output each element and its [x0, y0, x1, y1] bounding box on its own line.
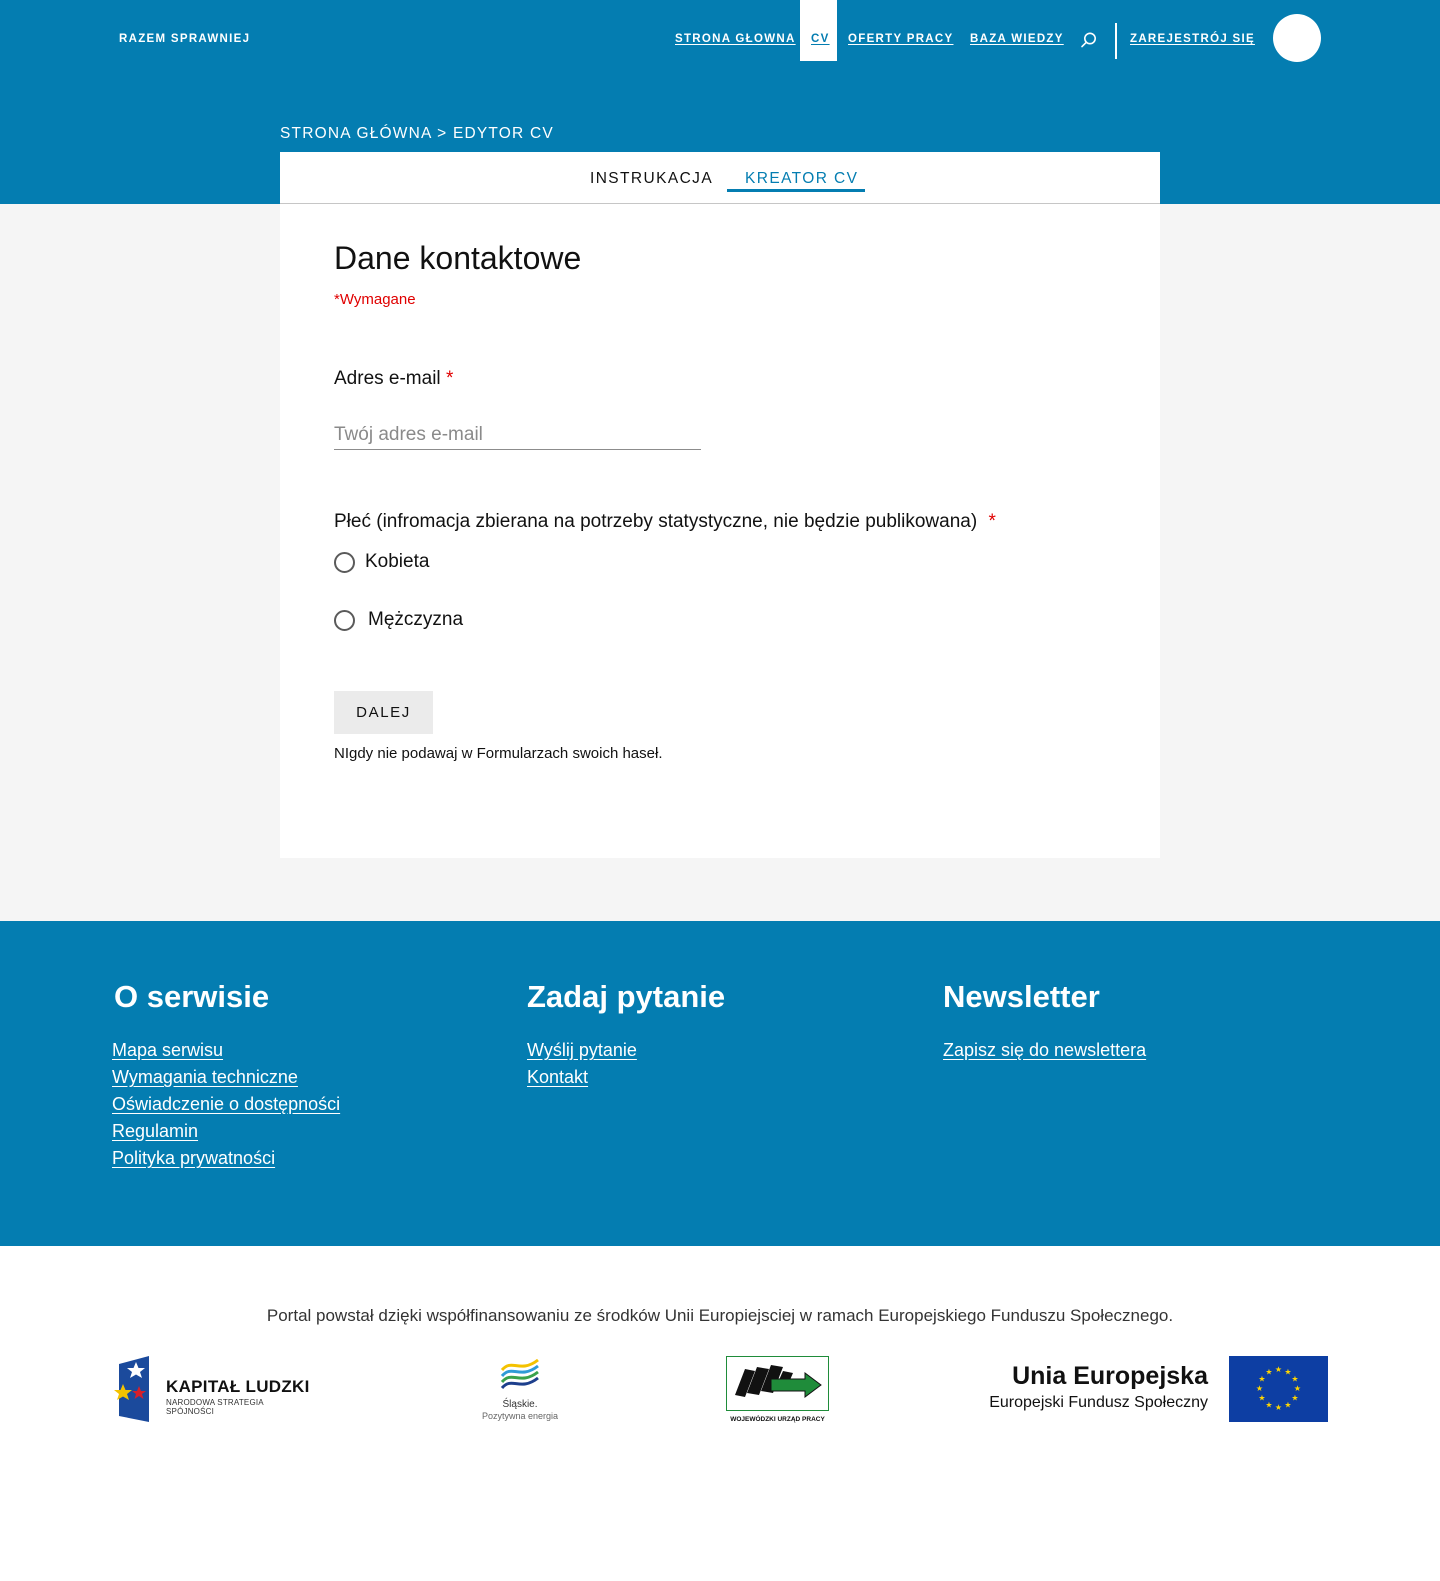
footer-about: O serwisie Mapa serwisu Wymagania techni…: [112, 979, 340, 1172]
wup-logo: WOJEWÓDZKI URZĄD PRACY: [726, 1356, 829, 1426]
required-star: *: [988, 511, 996, 532]
breadcrumb: STRONA GŁÓWNA > EDYTOR CV: [280, 125, 554, 142]
footer-about-title: O serwisie: [114, 979, 270, 1014]
tab-bar: INSTRUKACJA KREATOR CV: [280, 152, 1160, 204]
required-star: *: [445, 368, 454, 389]
register-link[interactable]: ZAREJESTRÓJ SIĘ: [1130, 33, 1255, 45]
main-nav: STRONA GŁOWNA CV OFERTY PRACY BAZA WIEDZ…: [0, 0, 1440, 62]
slaskie-subtitle: Pozytywna energia: [481, 1411, 559, 1421]
svg-text:★: ★: [1265, 1401, 1272, 1410]
kapital-ludzki-title: KAPITAŁ LUDZKI: [166, 1377, 310, 1396]
footer-link-send-question[interactable]: Wyślij pytanie: [527, 1037, 725, 1064]
tab-cv-creator[interactable]: KREATOR CV: [745, 170, 858, 188]
gender-option-male[interactable]: Mężczyzna: [334, 607, 463, 633]
svg-text:★: ★: [1275, 1365, 1282, 1374]
radio-label: Kobieta: [365, 551, 430, 572]
slaskie-waves-icon: [500, 1358, 539, 1390]
email-field[interactable]: [334, 420, 701, 450]
radio-button[interactable]: [334, 609, 355, 631]
eu-flag-icon: ★ ★ ★ ★ ★ ★ ★ ★ ★ ★ ★ ★: [1229, 1356, 1328, 1422]
nav-divider: [1115, 23, 1117, 59]
nav-active-indicator: [800, 0, 837, 61]
form-title: Dane kontaktowe: [334, 240, 582, 276]
footer-ask: Zadaj pytanie Wyślij pytanie Kontakt: [527, 979, 725, 1091]
next-button[interactable]: DALEJ: [334, 691, 433, 734]
footer-link-accessibility[interactable]: Oświadczenie o dostępności: [112, 1091, 340, 1118]
email-label-text: Adres e-mail: [334, 368, 441, 389]
password-hint: NIgdy nie podawaj w Formularzach swoich …: [334, 745, 663, 762]
footer-link-sitemap[interactable]: Mapa serwisu: [112, 1037, 340, 1064]
footer-link-contact[interactable]: Kontakt: [527, 1064, 725, 1091]
svg-text:★: ★: [1291, 1375, 1298, 1384]
radio-button[interactable]: [334, 551, 355, 573]
required-note: *Wymagane: [334, 291, 416, 308]
footer-link-tech-requirements[interactable]: Wymagania techniczne: [112, 1064, 340, 1091]
wup-caption: WOJEWÓDZKI URZĄD PRACY: [730, 1416, 825, 1423]
email-label: Adres e-mail *: [334, 368, 453, 390]
eu-subtitle: Europejski Fundusz Społeczny: [989, 1394, 1208, 1411]
footer-link-privacy[interactable]: Polityka prywatności: [112, 1145, 340, 1172]
active-tab-underline: [727, 189, 865, 192]
gender-option-female[interactable]: Kobieta: [334, 549, 429, 575]
svg-text:★: ★: [1265, 1368, 1272, 1377]
svg-text:★: ★: [1275, 1403, 1282, 1412]
svg-text:★: ★: [1284, 1401, 1291, 1410]
site-footer: O serwisie Mapa serwisu Wymagania techni…: [0, 921, 1440, 1246]
footer-ask-title: Zadaj pytanie: [527, 979, 726, 1014]
nav-home[interactable]: STRONA GŁOWNA: [675, 33, 796, 45]
eu-stars-icon: ★ ★ ★ ★ ★ ★ ★ ★ ★ ★ ★ ★: [1256, 1365, 1301, 1412]
user-avatar[interactable]: [1273, 14, 1321, 62]
tab-instructions[interactable]: INSTRUKACJA: [590, 170, 713, 188]
slaskie-logo: Śląskie. Pozytywna energia: [478, 1356, 562, 1426]
footer-newsletter: Newsletter Zapisz się do newslettera: [943, 979, 1146, 1064]
search-icon[interactable]: [1080, 31, 1098, 49]
cv-form-card: INSTRUKACJA KREATOR CV Dane kontaktowe *…: [280, 152, 1160, 858]
footer-link-newsletter-signup[interactable]: Zapisz się do newslettera: [943, 1037, 1146, 1064]
wup-logo-box: [726, 1356, 829, 1411]
svg-text:★: ★: [1256, 1384, 1263, 1393]
footer-newsletter-title: Newsletter: [943, 979, 1100, 1014]
nav-knowledge-base[interactable]: BAZA WIEDZY: [970, 33, 1064, 45]
slaskie-title: Śląskie.: [502, 1399, 538, 1410]
gender-label-text: Płeć (infromacja zbierana na potrzeby st…: [334, 511, 978, 532]
nav-cv[interactable]: CV: [811, 33, 830, 45]
svg-text:★: ★: [1294, 1384, 1301, 1393]
wup-emblem-icon: [735, 1365, 822, 1398]
eu-logo: Unia Europejska Europejski Fundusz Społe…: [989, 1356, 1328, 1422]
svg-text:★: ★: [1291, 1394, 1298, 1403]
svg-text:★: ★: [1258, 1394, 1265, 1403]
funding-note: Portal powstał dzięki współfinansowaniu …: [266, 1306, 1174, 1325]
kapital-ludzki-logo: KAPITAŁ LUDZKI NARODOWA STRATEGIA SPÓJNO…: [112, 1356, 312, 1422]
gender-label: Płeć (infromacja zbierana na potrzeby st…: [334, 511, 996, 533]
nav-job-offers[interactable]: OFERTY PRACY: [848, 33, 953, 45]
kapital-ludzki-subtitle: NARODOWA STRATEGIA SPÓJNOŚCI: [166, 1398, 264, 1416]
footer-link-terms[interactable]: Regulamin: [112, 1118, 340, 1145]
eu-title: Unia Europejska: [1012, 1362, 1208, 1390]
kapital-ludzki-icon: [114, 1356, 149, 1422]
radio-label: Mężczyzna: [368, 609, 464, 630]
